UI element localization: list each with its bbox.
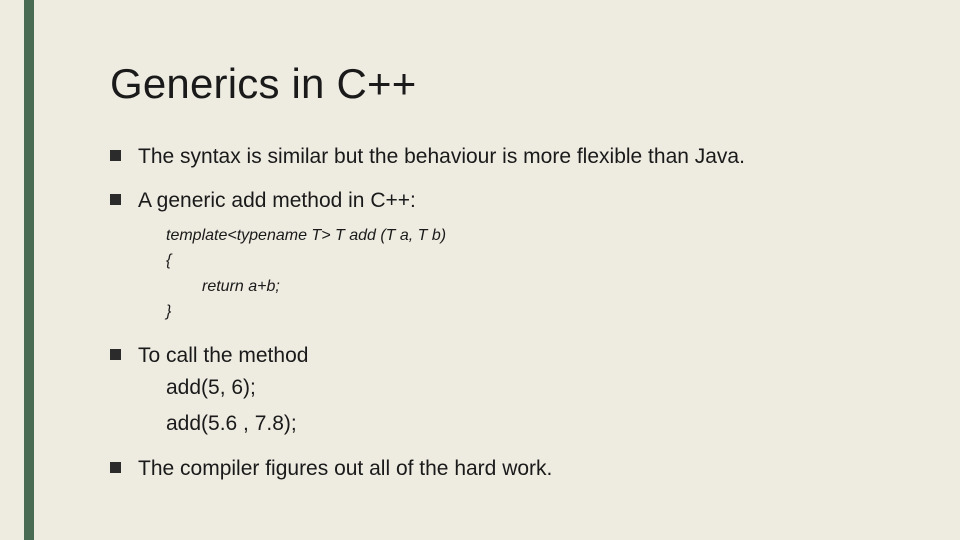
- code-block: template<typename T> T add (T a, T b) { …: [166, 223, 900, 325]
- code-line: {: [166, 248, 900, 274]
- code-call: add(5, 6);: [166, 375, 900, 401]
- bullet-text: A generic add method in C++:: [138, 189, 416, 212]
- bullet-text: The compiler figures out all of the hard…: [138, 457, 552, 480]
- code-line: return a+b;: [202, 274, 900, 300]
- bullet-text: The syntax is similar but the behaviour …: [138, 145, 745, 168]
- bullet-item: To call the method add(5, 6); add(5.6 , …: [110, 343, 900, 438]
- bullet-item: The syntax is similar but the behaviour …: [110, 144, 900, 170]
- slide-title: Generics in C++: [110, 60, 900, 108]
- bullet-item: A generic add method in C++: template<ty…: [110, 188, 900, 325]
- bullet-item: The compiler figures out all of the hard…: [110, 456, 900, 482]
- code-line: template<typename T> T add (T a, T b): [166, 223, 900, 249]
- code-call: add(5.6 , 7.8);: [166, 411, 900, 437]
- slide-content: Generics in C++ The syntax is similar bu…: [110, 60, 900, 500]
- code-line: }: [166, 299, 900, 325]
- bullet-list: The syntax is similar but the behaviour …: [110, 144, 900, 482]
- bullet-text: To call the method: [138, 344, 308, 367]
- accent-bar: [24, 0, 34, 540]
